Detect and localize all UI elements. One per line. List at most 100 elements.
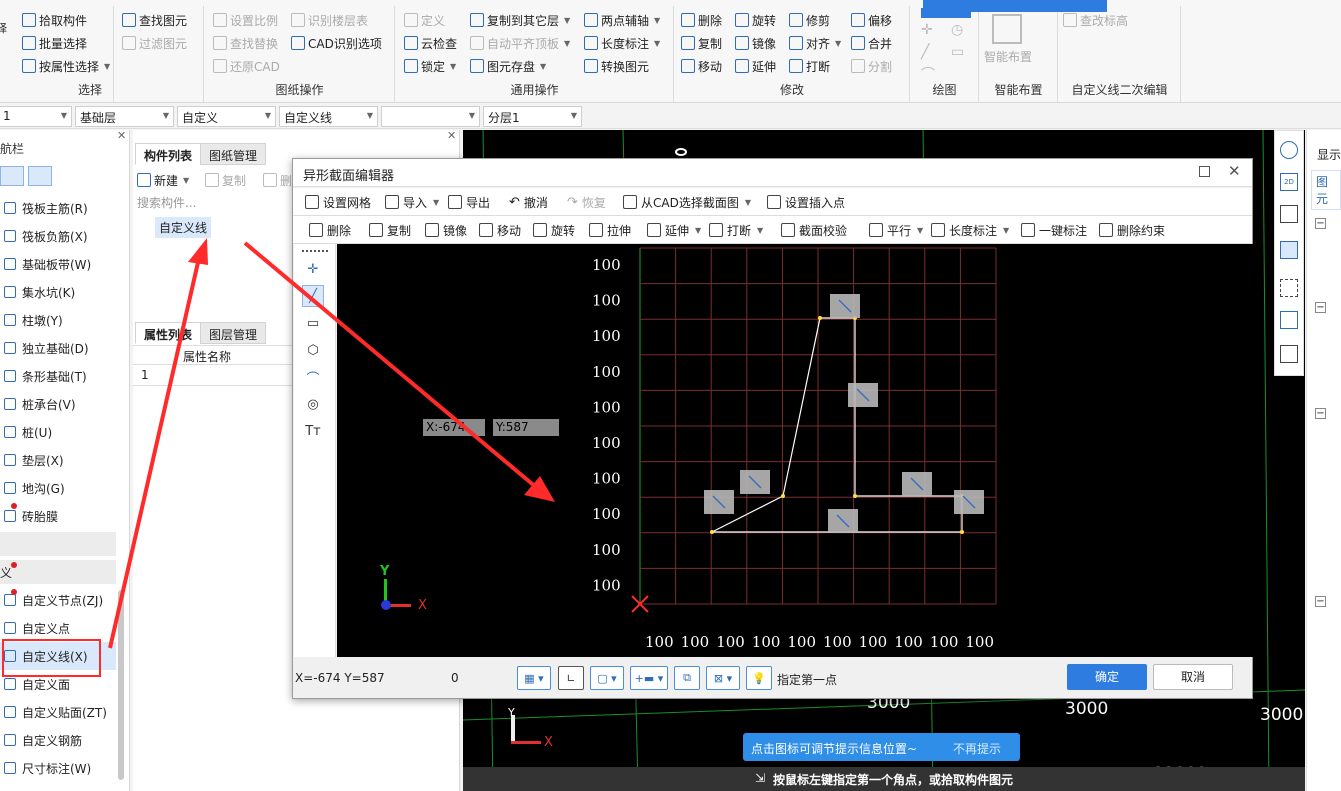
dlg-delete-button[interactable]: 删除 — [309, 220, 351, 240]
ok-button[interactable]: 确定 — [1067, 664, 1147, 690]
nav-item-pile[interactable]: 桩(U) — [0, 418, 116, 446]
filter-elem-button[interactable]: 过滤图元 — [122, 33, 187, 53]
2d-view-icon[interactable]: 2D — [1280, 173, 1298, 191]
fullscreen-icon[interactable] — [1280, 279, 1298, 297]
cancel-button[interactable]: 取消 — [1153, 664, 1233, 690]
dlg-break-button[interactable]: 打断 ▼ — [709, 220, 763, 240]
cad-recog-button[interactable]: CAD识别选项 — [291, 33, 382, 53]
nav-item-cushion[interactable]: 垫层(X) — [0, 446, 116, 474]
dlg-rotate-button[interactable]: 旋转 — [533, 220, 575, 240]
insert-point-button[interactable]: 设置插入点 — [767, 192, 845, 212]
layers-icon[interactable] — [1280, 345, 1298, 363]
maximize-icon[interactable] — [1199, 166, 1210, 177]
floor-combo[interactable]: 1 ▼ — [0, 106, 72, 127]
pick-button[interactable]: 拾取构件 — [22, 10, 87, 30]
rotate-button[interactable]: 旋转 — [735, 10, 776, 30]
polar-toggle-button[interactable]: ⧉ — [674, 666, 700, 690]
tab-properties[interactable]: 属性列表 — [135, 322, 202, 344]
undo-button[interactable]: ↶ 撤消 — [509, 192, 548, 212]
polygon-icon[interactable]: ⬡ — [302, 339, 324, 361]
batch-select-button[interactable]: 批量选择 — [22, 33, 87, 53]
dynamic-input-button[interactable]: +▬ ▾ — [630, 666, 668, 690]
smart-layout-button[interactable]: 智能布置 — [984, 48, 1032, 65]
ortho-toggle-button[interactable]: ∟ — [558, 666, 584, 690]
layer-combo[interactable]: 基础层 ▼ — [75, 106, 174, 127]
dlg-copy-button[interactable]: 复制 — [369, 220, 411, 240]
snap-toggle-button[interactable]: ▢ ▾ — [590, 666, 624, 690]
copy-component-button[interactable]: 复制 — [205, 170, 246, 190]
select-big-button[interactable]: 择 — [0, 18, 7, 38]
move-button[interactable]: 移动 — [681, 56, 722, 76]
nav-item-custom-point[interactable]: 自定义点 — [0, 614, 116, 642]
dlg-extend-button[interactable]: 延伸 ▼ — [647, 220, 701, 240]
collapse-toggle[interactable]: − — [1315, 302, 1326, 313]
rect-icon[interactable]: ▭ — [302, 312, 324, 334]
trim-button[interactable]: 修剪 — [789, 10, 830, 30]
type-combo[interactable]: 自定义 ▼ — [177, 106, 276, 127]
cloud-check-button[interactable]: 云检查 — [404, 33, 457, 53]
detail-view-icon[interactable] — [28, 166, 52, 186]
collapse-toggle[interactable]: − — [1315, 408, 1326, 419]
one-key-mark-button[interactable]: 一键标注 — [1021, 220, 1087, 240]
tip-dismiss-link[interactable]: 不再提示 — [953, 740, 1001, 757]
component-combo[interactable]: ▼ — [381, 106, 480, 127]
tab-layer-manage[interactable]: 图层管理 — [200, 322, 267, 344]
grid-toggle-button[interactable]: ▦ ▾ — [517, 666, 551, 690]
length-mark-button[interactable]: 长度标注 ▼ — [584, 33, 660, 53]
copy-button[interactable]: 复制 — [681, 33, 722, 53]
nav-item-pier[interactable]: 柱墩(Y) — [0, 306, 116, 334]
tab-drawing-manage[interactable]: 图纸管理 — [200, 143, 267, 165]
define-button[interactable]: 定义 — [404, 10, 445, 30]
extend-button[interactable]: 延伸 — [735, 56, 776, 76]
modify-height-button[interactable]: 查改标高 — [1063, 10, 1128, 30]
section-check-button[interactable]: 截面校验 — [781, 220, 847, 240]
arc-icon[interactable]: ⌒ — [302, 366, 324, 388]
sublayer-combo[interactable]: 分层1 ▼ — [483, 106, 582, 127]
align-button[interactable]: 对齐 ▼ — [789, 33, 841, 53]
nav-collapsed-section[interactable] — [0, 532, 116, 556]
cube-icon[interactable] — [1280, 241, 1298, 259]
close-icon[interactable]: ✕ — [117, 129, 126, 142]
clock-icon[interactable]: ◷ — [951, 22, 963, 38]
section-canvas[interactable]: 100 100 100 100 100 100 100 100 100 100 100 100 100 1… — [337, 244, 1253, 657]
nav-item-brick-mold[interactable]: 砖胎膜 — [0, 502, 116, 530]
display-tab-elements[interactable]: 图元 — [1311, 170, 1341, 210]
split-button[interactable]: 分割 — [851, 56, 892, 76]
dlg-mirror-button[interactable]: 镜像 — [425, 220, 467, 240]
parallel-button[interactable]: 平行 ▼ — [869, 220, 923, 240]
nav-item-custom-patch[interactable]: 自定义贴面(ZT) — [0, 698, 116, 726]
dlg-move-button[interactable]: 移动 — [479, 220, 521, 240]
nav-item-trench[interactable]: 地沟(G) — [0, 474, 116, 502]
break-button[interactable]: 打断 — [789, 56, 830, 76]
new-component-button[interactable]: 新建 ▼ — [137, 170, 189, 190]
tab-component-list[interactable]: 构件列表 — [135, 143, 202, 165]
text-icon[interactable]: Tт — [302, 420, 324, 442]
component-search-input[interactable]: 搜索构件... — [137, 194, 196, 211]
nav-item-raft-neg[interactable]: 筏板负筋(X) — [0, 222, 116, 250]
set-scale-button[interactable]: 设置比例 — [213, 10, 278, 30]
delete-component-button[interactable]: 删 — [263, 170, 292, 190]
from-cad-button[interactable]: 从CAD选择截面图 ▼ — [623, 192, 751, 212]
subtype-combo[interactable]: 自定义线 ▼ — [279, 106, 378, 127]
delete-button[interactable]: 删除 — [681, 10, 722, 30]
line-icon[interactable]: ╱ — [921, 44, 929, 60]
find-elem-button[interactable]: 查找图元 — [122, 10, 187, 30]
rect-icon[interactable]: ▭ — [951, 44, 964, 60]
object-snap-button[interactable]: ⊠ ▾ — [706, 666, 740, 690]
lock-button[interactable]: 锁定 ▼ — [404, 56, 456, 76]
convert-button[interactable]: 转换图元 — [584, 56, 649, 76]
copy-to-layer-button[interactable]: 复制到其它层 ▼ — [470, 10, 570, 30]
collapse-toggle[interactable]: − — [1315, 218, 1326, 229]
restore-cad-button[interactable]: 还原CAD — [213, 56, 280, 76]
globe-icon[interactable] — [1280, 141, 1298, 159]
nav-item-pile-cap[interactable]: 桩承台(V) — [0, 390, 116, 418]
merge-button[interactable]: 合并 — [851, 33, 892, 53]
nav-item-raft-main[interactable]: 筏板主筋(R) — [0, 194, 116, 222]
dlg-length-mark-button[interactable]: 长度标注 ▼ — [931, 220, 1009, 240]
mirror-button[interactable]: 镜像 — [735, 33, 776, 53]
list-view-icon[interactable] — [0, 166, 24, 186]
point-icon[interactable]: ✛ — [921, 22, 933, 38]
auto-flat-button[interactable]: 自动平齐顶板 ▼ — [470, 33, 570, 53]
recog-floor-button[interactable]: 识别楼层表 — [291, 10, 368, 30]
select-by-attr-button[interactable]: 按属性选择 ▼ — [22, 56, 110, 76]
